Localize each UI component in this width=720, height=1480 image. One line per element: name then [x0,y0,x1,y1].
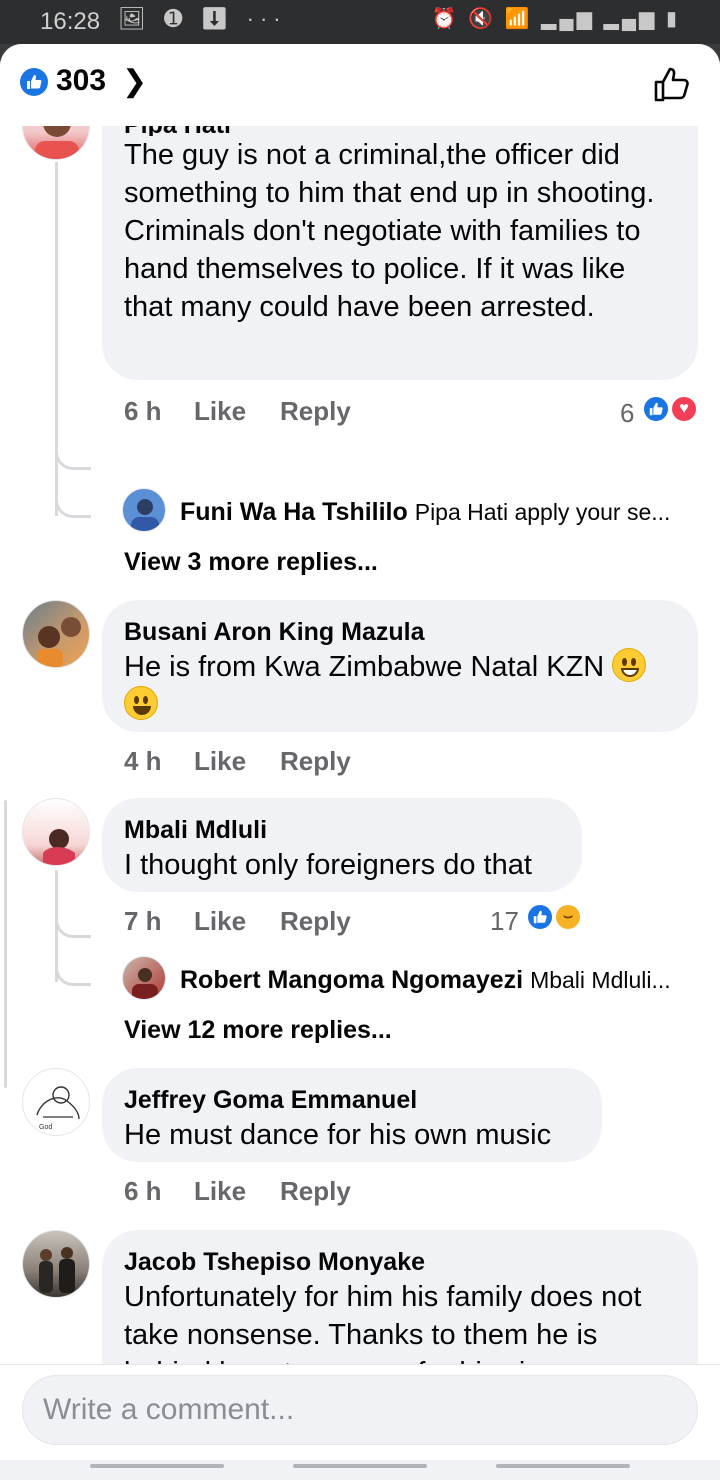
comment-time: 7 h [124,906,162,936]
reply-button[interactable]: Reply [280,906,351,937]
reply-preview[interactable]: Funi Wa Ha Tshililo Pipa Hati apply your… [180,498,700,527]
like-button[interactable]: Like [194,1176,246,1207]
thread-branch [55,964,91,986]
reaction-count[interactable]: 17 [490,906,519,937]
avatar-caption: God [39,1124,52,1131]
scroll-indicator [4,800,7,1088]
comment-input[interactable] [43,1376,663,1444]
reply-author[interactable]: Funi Wa Ha Tshililo [180,498,408,526]
thread-line [55,162,58,516]
comment-bubble[interactable]: Pipa Hati The guy is not a criminal,the … [102,88,698,380]
system-nav-bar [0,1460,720,1480]
grinning-emoji-icon [612,648,647,682]
avatar[interactable] [122,488,166,532]
chevron-right-icon[interactable]: ❯ [122,64,147,99]
system-status-icons: ⏰ 🔇 📶 ▂▄▆ ▂▄▆ ▮ [431,8,680,30]
comment-text: He must dance for his own music [124,1119,552,1151]
reply-text: Mbali Mdluli... [530,967,671,993]
like-reaction-icon [526,903,554,931]
reaction-count[interactable]: 6 [620,398,634,429]
thread-branch [55,916,91,938]
comment-text: The guy is not a criminal,the officer di… [124,139,655,323]
comment-text-row: He is from Kwa Zimbabwe Natal KZN [124,648,676,724]
comment-author[interactable]: Jacob Tshepiso Monyake [124,1246,676,1278]
comment-bubble[interactable]: Mbali Mdluli I thought only foreigners d… [102,798,582,892]
reply-button[interactable]: Reply [280,746,351,777]
comment-actions: 6 h Like Reply [124,1176,584,1210]
reactions-header: 303 ❯ [0,44,720,126]
avatar[interactable] [22,600,90,668]
comment-time: 4 h [124,746,162,776]
like-button[interactable]: Like [194,906,246,937]
comment-actions: 4 h Like Reply [124,746,704,780]
thread-branch [55,448,91,470]
avatar[interactable] [122,956,166,1000]
like-button[interactable]: Like [194,746,246,777]
comment-author[interactable]: Jeffrey Goma Emmanuel [124,1084,580,1116]
comment-composer[interactable] [22,1375,698,1445]
comments-sheet: 303 ❯ Pipa Hati The guy is not a crimina… [0,44,720,1480]
nav-recents-indicator[interactable] [90,1464,224,1468]
comment-bubble[interactable]: Jeffrey Goma Emmanuel He must dance for … [102,1068,602,1162]
comment-actions: 6 h Like Reply [124,396,704,430]
comment-time: 6 h [124,396,162,426]
like-post-icon[interactable] [652,64,692,104]
nav-back-indicator[interactable] [496,1464,630,1468]
comment-author[interactable]: Mbali Mdluli [124,814,560,846]
smiley-emoji-icon [124,686,158,720]
reply-button[interactable]: Reply [280,1176,351,1207]
comment-time: 6 h [124,1176,162,1206]
nav-home-indicator[interactable] [293,1464,427,1468]
view-more-replies[interactable]: View 3 more replies... [124,548,378,577]
avatar[interactable] [22,798,90,866]
status-bar: 16:28 🖼 ➊ ⬇ ··· ⏰ 🔇 📶 ▂▄▆ ▂▄▆ ▮ [0,0,720,44]
reaction-count[interactable]: 303 [56,64,106,98]
comment-text: I thought only foreigners do that [124,849,532,881]
reply-preview[interactable]: Robert Mangoma Ngomayezi Mbali Mdluli... [180,966,700,995]
reply-text: Pipa Hati apply your se... [414,499,671,525]
avatar[interactable]: God [22,1068,90,1136]
thread-branch [55,496,91,518]
reply-button[interactable]: Reply [280,396,351,427]
reply-author[interactable]: Robert Mangoma Ngomayezi [180,966,523,994]
notification-icons: 🖼 ➊ ⬇ ··· [118,6,287,31]
avatar[interactable] [22,1230,90,1298]
comment-bubble[interactable]: Busani Aron King Mazula He is from Kwa Z… [102,600,698,732]
status-time: 16:28 [40,8,101,35]
haha-reaction-icon: ⌣ [554,903,582,931]
like-reaction-icon [20,68,48,96]
comment-author[interactable]: Busani Aron King Mazula [124,616,676,648]
love-reaction-icon: ♥ [670,395,698,423]
like-button[interactable]: Like [194,396,246,427]
comment-text: He is from Kwa Zimbabwe Natal KZN [124,651,605,683]
like-reaction-icon [642,395,670,423]
view-more-replies[interactable]: View 12 more replies... [124,1016,392,1045]
